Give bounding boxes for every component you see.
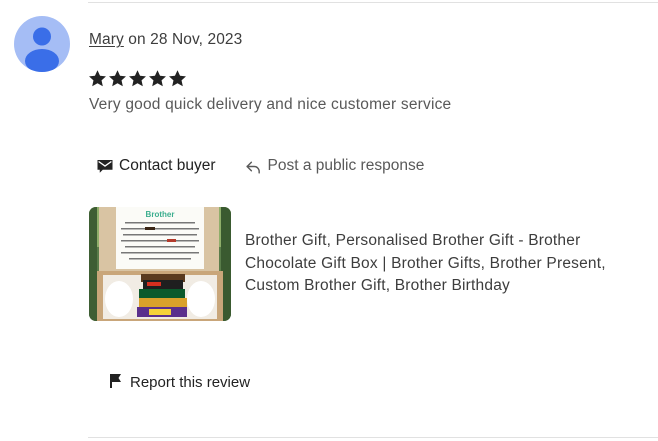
envelope-icon: [96, 157, 114, 175]
listing-link[interactable]: Brother Brother Gift, Personalised Broth…: [89, 207, 645, 321]
star-icon: [168, 69, 187, 88]
listing-title[interactable]: Brother Gift, Personalised Brother Gift …: [245, 230, 645, 298]
review-card: Mary on 28 Nov, 2023 Very good quick del…: [0, 0, 658, 441]
review-date: on 28 Nov, 2023: [128, 31, 243, 48]
post-public-response-button[interactable]: Post a public response: [245, 155, 425, 177]
report-review-button[interactable]: Report this review: [109, 373, 250, 392]
top-divider: [88, 2, 658, 3]
review-actions: Contact buyer Post a public response: [96, 155, 424, 177]
report-review-label: Report this review: [130, 374, 251, 391]
bottom-divider: [88, 437, 658, 438]
star-rating: [88, 69, 187, 88]
listing-thumbnail[interactable]: Brother: [89, 207, 231, 321]
contact-buyer-button[interactable]: Contact buyer: [96, 155, 216, 177]
contact-buyer-label: Contact buyer: [119, 157, 216, 174]
star-icon: [88, 69, 107, 88]
post-public-response-label: Post a public response: [267, 157, 425, 174]
reviewer-avatar: [14, 16, 70, 72]
star-icon: [148, 69, 167, 88]
reply-arrow-icon: [245, 158, 262, 175]
reviewer-name-link[interactable]: Mary: [89, 31, 124, 48]
review-text: Very good quick delivery and nice custom…: [89, 96, 452, 113]
flag-icon: [109, 373, 122, 392]
review-meta: Mary on 28 Nov, 2023: [89, 31, 242, 49]
star-icon: [128, 69, 147, 88]
star-icon: [108, 69, 127, 88]
user-avatar-icon: [25, 27, 59, 72]
thumbnail-heading: Brother: [146, 210, 175, 219]
